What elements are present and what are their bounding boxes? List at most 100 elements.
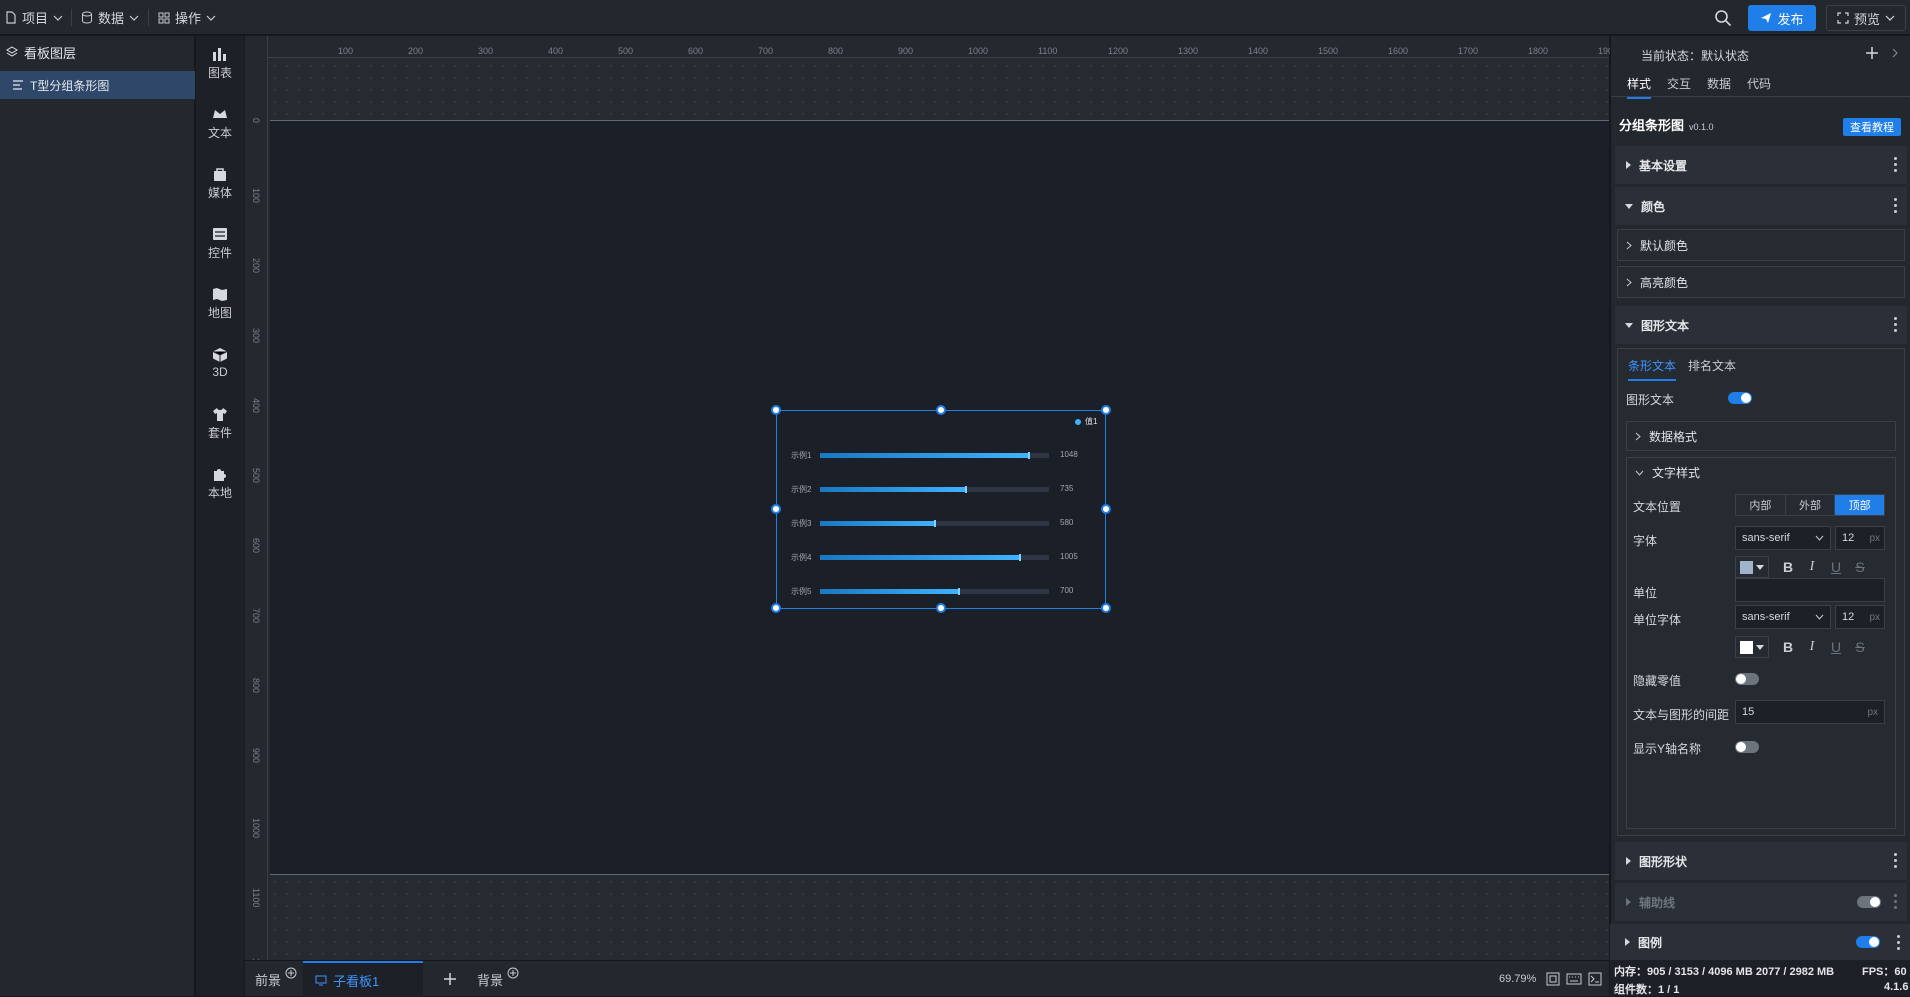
unit-underline-button[interactable]: U [1825, 636, 1847, 658]
chevron-right-icon[interactable] [1891, 48, 1899, 58]
tab-code[interactable]: 代码 [1747, 75, 1771, 92]
resize-handle-sw[interactable] [771, 603, 781, 613]
bar-fill[interactable] [820, 487, 966, 492]
position-top[interactable]: 顶部 [1835, 495, 1885, 515]
tab-bar-text[interactable]: 条形文本 [1628, 357, 1677, 381]
terminal-icon[interactable] [1588, 972, 1602, 986]
position-inner[interactable]: 内部 [1736, 495, 1786, 515]
text-style-header[interactable]: 文字样式 [1635, 464, 1700, 481]
section-basic-settings[interactable]: 基本设置 [1615, 146, 1907, 184]
font-size-input[interactable]: 12 px [1835, 526, 1885, 550]
font-color-picker[interactable] [1735, 556, 1769, 578]
tab-style[interactable]: 样式 [1627, 75, 1652, 99]
menu-data[interactable]: 数据 [81, 0, 139, 35]
font-select[interactable]: sans-serif [1735, 526, 1831, 550]
resize-handle-nw[interactable] [771, 405, 781, 415]
tab-background[interactable]: 背景 [477, 961, 519, 997]
add-tab-icon[interactable] [443, 972, 457, 986]
bar-row[interactable]: 示例4 1005 [777, 552, 1107, 564]
bar-fill[interactable] [820, 555, 1020, 560]
hide-zero-toggle[interactable] [1735, 673, 1759, 685]
layer-item[interactable]: T型分组条形图 [0, 71, 195, 99]
tutorial-button[interactable]: 查看教程 [1843, 118, 1901, 136]
more-icon[interactable] [1894, 157, 1897, 172]
subsection-highlight-color[interactable]: 高亮颜色 [1617, 266, 1905, 298]
subsection-default-color[interactable]: 默认颜色 [1617, 229, 1905, 261]
tool-3d[interactable]: 3D [196, 338, 244, 388]
bar-fill[interactable] [820, 453, 1029, 458]
unit-font-select[interactable]: sans-serif [1735, 605, 1831, 629]
ruler-v-label: 800 [251, 678, 261, 694]
add-circle-icon[interactable] [285, 967, 297, 979]
section-color[interactable]: 颜色 [1615, 187, 1907, 225]
guide-line-toggle[interactable] [1857, 896, 1881, 908]
tab-interaction[interactable]: 交互 [1667, 75, 1691, 92]
menu-ops[interactable]: 操作 [158, 0, 216, 35]
tool-text[interactable]: 文本 [196, 98, 244, 148]
text-gap-input[interactable]: 15 px [1735, 700, 1885, 724]
more-icon[interactable] [1894, 894, 1897, 909]
graphic-text-toggle[interactable] [1728, 392, 1752, 404]
zoom-level[interactable]: 69.79% [1499, 973, 1536, 985]
tab-rank-text[interactable]: 排名文本 [1688, 357, 1736, 374]
unit-bold-button[interactable]: B [1777, 636, 1799, 658]
bar-row[interactable]: 示例5 700 [777, 586, 1107, 598]
bar-row[interactable]: 示例3 580 [777, 518, 1107, 530]
section-guide-line[interactable]: 辅助线 [1615, 883, 1907, 921]
menu-project[interactable]: 项目 [5, 0, 63, 35]
section-legend[interactable]: 图例 [1610, 924, 1910, 960]
tool-media[interactable]: 媒体 [196, 158, 244, 208]
resize-handle-n[interactable] [936, 405, 946, 415]
strikethrough-button[interactable]: S [1849, 556, 1871, 578]
tool-local[interactable]: 本地 [196, 458, 244, 508]
chart-legend[interactable]: 值1 [1075, 416, 1097, 427]
bar-row[interactable]: 示例2 735 [777, 484, 1107, 496]
unit-italic-button[interactable]: I [1801, 636, 1823, 658]
bar-fill[interactable] [820, 589, 959, 594]
resize-handle-e[interactable] [1101, 504, 1111, 514]
unit-strikethrough-button[interactable]: S [1849, 636, 1871, 658]
preview-button[interactable]: 预览 [1826, 5, 1906, 31]
tab-front[interactable]: 前景 [255, 961, 297, 997]
position-outer[interactable]: 外部 [1786, 495, 1836, 515]
resize-handle-s[interactable] [936, 603, 946, 613]
more-icon[interactable] [1894, 198, 1897, 213]
bar-fill[interactable] [820, 521, 935, 526]
add-circle-icon[interactable] [507, 967, 519, 979]
unit-input[interactable] [1735, 578, 1885, 602]
resize-handle-se[interactable] [1101, 603, 1111, 613]
bar-category-label: 示例1 [791, 451, 812, 460]
unit-font-label: 单位字体 [1633, 613, 1682, 627]
grouped-bar-chart-widget[interactable]: 值1 示例1 1048 示例2 735 示例3 580 示例4 1005 示例5 700 [771, 405, 1111, 613]
underline-button[interactable]: U [1825, 556, 1847, 578]
tool-kit[interactable]: 套件 [196, 398, 244, 448]
bold-button[interactable]: B [1777, 556, 1799, 578]
unit-font-size-input[interactable]: 12 px [1835, 605, 1885, 629]
show-yaxis-name-toggle[interactable] [1735, 741, 1759, 753]
section-graphic-text[interactable]: 图形文本 [1615, 306, 1907, 344]
more-icon[interactable] [1894, 853, 1897, 868]
resize-handle-w[interactable] [771, 504, 781, 514]
more-icon[interactable] [1897, 935, 1900, 950]
tool-map[interactable]: 地图 [196, 278, 244, 328]
ruler-h-label: 1600 [1388, 46, 1409, 56]
tool-chart[interactable]: 图表 [196, 38, 244, 88]
unit-color-picker[interactable] [1735, 636, 1769, 658]
tool-control[interactable]: 控件 [196, 218, 244, 268]
more-icon[interactable] [1894, 317, 1897, 332]
legend-toggle[interactable] [1856, 936, 1880, 948]
tool-control-label: 控件 [207, 245, 232, 260]
subsection-data-format[interactable]: 数据格式 [1626, 421, 1896, 451]
italic-button[interactable]: I [1801, 556, 1823, 578]
search-icon[interactable] [1714, 9, 1732, 27]
fit-screen-icon[interactable] [1546, 972, 1560, 986]
keyboard-icon[interactable] [1566, 972, 1582, 986]
bar-row[interactable]: 示例1 1048 [777, 450, 1107, 462]
resize-handle-ne[interactable] [1101, 405, 1111, 415]
section-shape[interactable]: 图形形状 [1615, 842, 1907, 880]
publish-button[interactable]: 发布 [1748, 5, 1816, 31]
add-state-icon[interactable] [1865, 46, 1879, 60]
tab-data[interactable]: 数据 [1707, 75, 1731, 92]
app-version: 4.1.6 [1884, 981, 1909, 993]
tab-child-board[interactable]: 子看板1 [303, 961, 423, 997]
